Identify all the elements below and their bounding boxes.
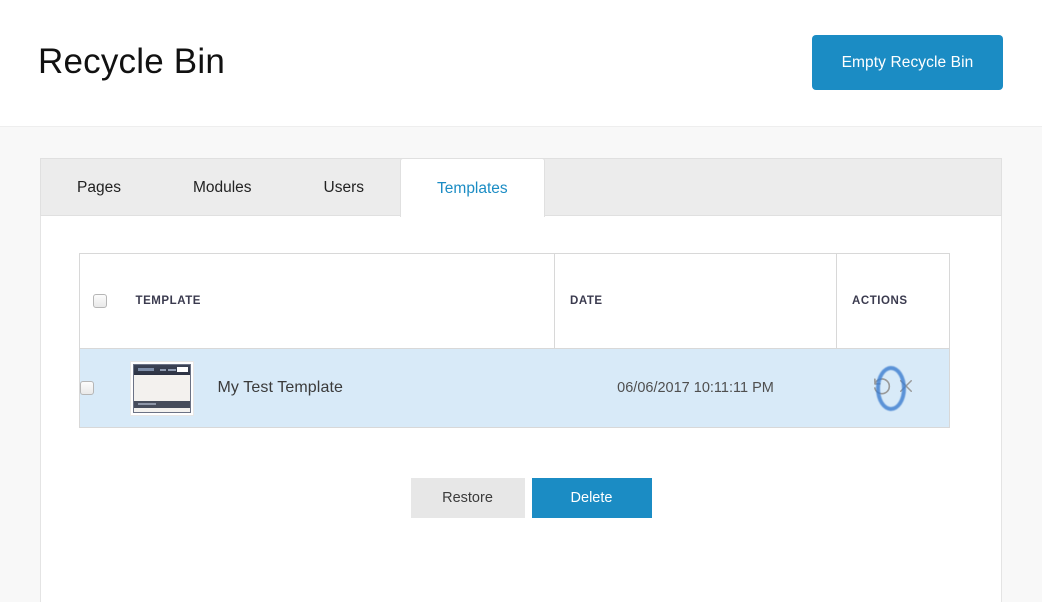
thumbnail-header-bar: [133, 364, 190, 375]
tab-templates[interactable]: Templates: [400, 158, 545, 217]
row-date-cell: 06/06/2017 10:11:11 PM: [554, 348, 837, 428]
select-all-header: [79, 253, 130, 349]
delete-button[interactable]: Delete: [531, 478, 652, 518]
tab-modules[interactable]: Modules: [157, 159, 288, 217]
close-icon[interactable]: [897, 377, 915, 395]
restore-icon[interactable]: [871, 375, 893, 397]
footer-actions: Restore Delete: [79, 478, 963, 518]
content-area: Pages Modules Users Templates TEMPLATE D…: [0, 127, 1042, 602]
select-all-checkbox[interactable]: [93, 294, 107, 308]
page-header: Recycle Bin Empty Recycle Bin: [0, 0, 1042, 127]
table-head: TEMPLATE DATE ACTIONS: [79, 253, 950, 349]
tab-users[interactable]: Users: [288, 159, 400, 217]
row-actions-cell: [836, 348, 950, 428]
page-title: Recycle Bin: [38, 42, 225, 81]
table-row[interactable]: My Test Template 06/06/2017 10:11:11 PM: [79, 348, 950, 428]
table-wrapper: TEMPLATE DATE ACTIONS My Test Template 0…: [41, 216, 1001, 518]
column-header-date: DATE: [554, 253, 837, 349]
row-template-cell: My Test Template: [129, 348, 555, 428]
thumbnail-footer-bar: [133, 400, 190, 408]
row-select-checkbox[interactable]: [80, 380, 94, 395]
column-header-template: TEMPLATE: [129, 253, 555, 349]
recycle-bin-table: TEMPLATE DATE ACTIONS My Test Template 0…: [79, 253, 950, 428]
thumbnail-body: [133, 374, 190, 403]
template-name: My Test Template: [217, 379, 344, 396]
table-header-row: TEMPLATE DATE ACTIONS: [79, 253, 950, 349]
empty-recycle-bin-button[interactable]: Empty Recycle Bin: [812, 35, 1003, 90]
tab-pages[interactable]: Pages: [41, 159, 157, 217]
row-select-cell: [79, 348, 130, 428]
recycle-bin-card: Pages Modules Users Templates TEMPLATE D…: [40, 158, 1002, 602]
restore-button[interactable]: Restore: [410, 478, 525, 518]
table-body: My Test Template 06/06/2017 10:11:11 PM: [79, 348, 950, 428]
template-thumbnail[interactable]: [129, 360, 194, 416]
tab-bar: Pages Modules Users Templates: [40, 158, 1002, 217]
column-header-actions: ACTIONS: [836, 253, 950, 349]
